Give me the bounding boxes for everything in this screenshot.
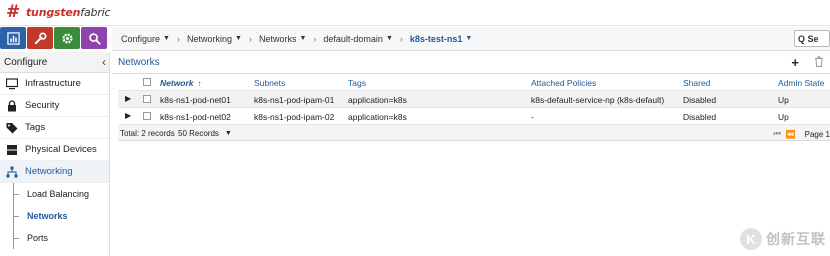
cell-shared: Disabled [683, 112, 717, 122]
grid-footer-wrap: Total: 2 records 50 Records ▼ ⏮ ⏪ Page 1 [118, 125, 830, 141]
total-records: Total: 2 records [120, 129, 175, 138]
networks-grid: Network ↑ Subnets Tags Attached Policies … [118, 74, 830, 141]
caret-down-icon: ▼ [299, 35, 307, 42]
table-row[interactable]: ▶ k8s-ns1-pod-net02 k8s-ns1-pod-ipam-02 … [118, 108, 830, 125]
logo[interactable]: # tungstenfabric [6, 2, 111, 22]
sidebar-title: Configure ‹ [0, 52, 109, 73]
wrench-icon [34, 32, 46, 44]
sidebar-subitem-networks[interactable]: Networks [0, 205, 109, 227]
column-header-admin-state[interactable]: Admin State [778, 78, 824, 88]
caret-down-icon: ▼ [385, 35, 393, 42]
row-checkbox[interactable] [143, 112, 151, 120]
bar-chart-icon [6, 31, 20, 45]
select-all-checkbox[interactable] [143, 78, 151, 86]
sidebar-subitem-ports[interactable]: Ports [0, 227, 109, 249]
column-header-subnets[interactable]: Subnets [254, 78, 285, 88]
column-header-shared[interactable]: Shared [683, 78, 710, 88]
cell-shared: Disabled [683, 95, 717, 105]
logo-icon: # [6, 2, 21, 22]
cell-attached-policies: - [531, 112, 534, 122]
cell-network: k8s-ns1-pod-net01 [160, 95, 231, 105]
breadcrumb-project[interactable]: k8s-test-ns1 ▼ [410, 34, 472, 44]
tag-icon [5, 122, 19, 134]
gear-icon [61, 32, 73, 44]
table-row[interactable]: ▶ k8s-ns1-pod-net01 k8s-ns1-pod-ipam-01 … [118, 91, 830, 108]
chevron-right-icon: › [176, 33, 180, 44]
prev-page-icon[interactable]: ⏪ [786, 130, 796, 139]
caret-down-icon: ▼ [163, 35, 170, 42]
breadcrumb-domain[interactable]: default-domain ▼ [323, 34, 392, 44]
global-search-input[interactable]: Q Se [794, 30, 830, 47]
cell-tags: application=k8s [348, 112, 407, 122]
caret-down-icon: ▼ [465, 35, 473, 42]
cell-subnets: k8s-ns1-pod-ipam-02 [254, 112, 335, 122]
breadcrumb-networks[interactable]: Networks ▼ [259, 34, 306, 44]
trash-icon[interactable] [814, 56, 824, 70]
tree-line [13, 227, 19, 249]
top-bar: # tungstenfabric [0, 0, 830, 26]
module-switcher [0, 27, 110, 51]
cell-subnets: k8s-ns1-pod-ipam-01 [254, 95, 335, 105]
chevron-right-icon: › [399, 33, 403, 44]
sidebar-item-physical-devices[interactable]: Physical Devices [0, 139, 109, 161]
grid-footer: Total: 2 records 50 Records ▼ ⏮ ⏪ Page 1 [118, 125, 830, 141]
monitor-button[interactable] [0, 27, 26, 49]
page-size-select[interactable]: 50 Records ▼ [178, 129, 232, 138]
cell-tags: application=k8s [348, 95, 407, 105]
configure-button[interactable] [27, 27, 53, 49]
panel-title: Networks [118, 57, 160, 68]
chevron-right-icon: › [313, 33, 317, 44]
settings-button[interactable] [54, 27, 80, 49]
sidebar-item-networking[interactable]: Networking [0, 161, 109, 183]
breadcrumb-configure[interactable]: Configure ▼ [121, 34, 170, 44]
add-network-button[interactable]: + [791, 55, 799, 70]
watermark: K 创新互联 [740, 228, 826, 250]
caret-down-icon: ▼ [235, 35, 242, 42]
sidebar-item-security[interactable]: Security [0, 95, 109, 117]
watermark-logo: K [740, 228, 762, 250]
tree-line [13, 205, 19, 227]
server-icon [5, 144, 19, 156]
lock-icon [5, 99, 19, 112]
expand-row-icon[interactable]: ▶ [125, 111, 131, 120]
first-page-icon[interactable]: ⏮ [773, 129, 780, 139]
sidebar-subitem-load-balancing[interactable]: Load Balancing [0, 183, 109, 205]
sidebar: Configure ‹ Infrastructure Security Tags… [0, 52, 110, 256]
cell-attached-policies: k8s-default-service-np (k8s-default) [531, 95, 665, 105]
logo-text: tungstenfabric [26, 5, 111, 19]
pager: ⏮ ⏪ Page 1 [768, 129, 830, 139]
sidebar-item-tags[interactable]: Tags [0, 117, 109, 139]
caret-down-icon: ▼ [224, 130, 232, 137]
breadcrumb: Configure ▼ › Networking ▼ › Networks ▼ › d… [112, 27, 830, 51]
cell-admin-state: Up [778, 95, 789, 105]
sort-ascending-icon: ↑ [197, 79, 202, 88]
tree-line [13, 183, 19, 205]
collapse-sidebar-icon[interactable]: ‹ [102, 55, 106, 69]
watermark-text: 创新互联 [766, 231, 826, 247]
page-label: Page 1 [804, 129, 830, 139]
column-header-network[interactable]: Network ↑ [160, 78, 202, 88]
search-icon [88, 32, 101, 45]
monitor-icon [5, 77, 19, 90]
expand-row-icon[interactable]: ▶ [125, 94, 131, 103]
chevron-right-icon: › [248, 33, 252, 44]
query-button[interactable] [81, 27, 107, 49]
row-checkbox[interactable] [143, 95, 151, 103]
column-header-attached-policies[interactable]: Attached Policies [531, 78, 596, 88]
main-content: Networks + Network ↑ Subnets Tags Attache… [112, 52, 830, 256]
grid-header-row: Network ↑ Subnets Tags Attached Policies … [118, 74, 830, 91]
breadcrumb-networking[interactable]: Networking ▼ [187, 34, 242, 44]
cell-network: k8s-ns1-pod-net02 [160, 112, 231, 122]
network-icon [5, 166, 19, 178]
column-header-tags[interactable]: Tags [348, 78, 366, 88]
search-label: Q Se [798, 33, 819, 44]
sidebar-item-infrastructure[interactable]: Infrastructure [0, 73, 109, 95]
panel-header: Networks + [112, 52, 830, 74]
cell-admin-state: Up [778, 112, 789, 122]
